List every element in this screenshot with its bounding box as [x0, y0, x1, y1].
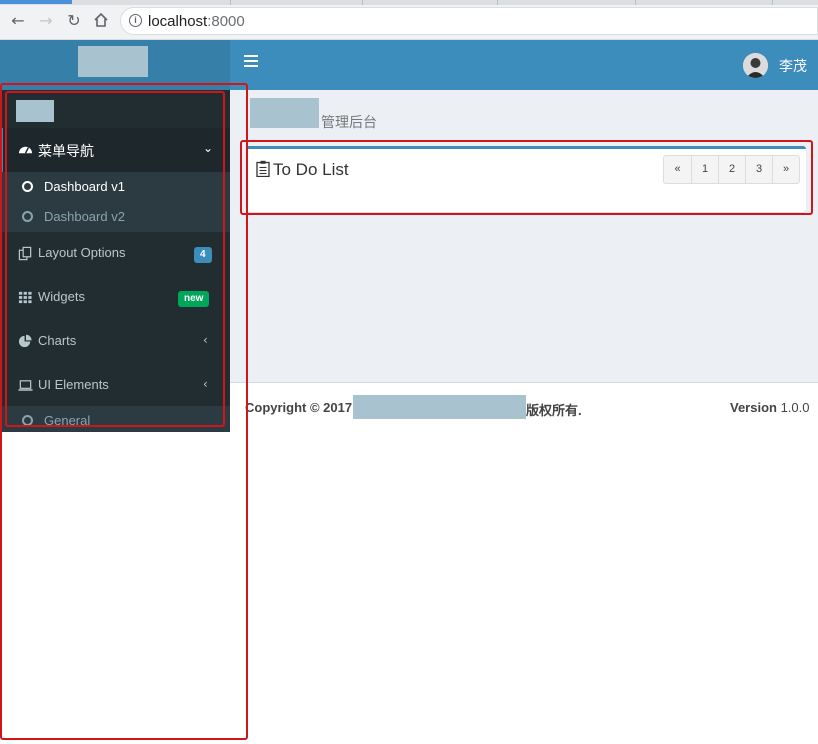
submenu: Dashboard v1 Dashboard v2 [0, 172, 230, 232]
user-name[interactable]: 李茂 [779, 56, 807, 76]
sidebar-item-label: 菜单导航 [38, 143, 94, 159]
pagination: « 1 2 3 » [663, 155, 800, 184]
rights-text: 版权所有. [526, 403, 582, 418]
circle-icon [22, 415, 33, 426]
url-text[interactable]: localhost:8000 [148, 13, 245, 30]
tab-separator [497, 0, 498, 5]
dashboard-icon [18, 146, 33, 154]
active-tab[interactable] [0, 0, 72, 4]
info-icon[interactable]: i [129, 14, 142, 27]
count-badge: 4 [194, 247, 212, 263]
page-3-button[interactable]: 3 [745, 156, 772, 183]
sidebar-subitem-dashboard-v1[interactable]: Dashboard v1 [0, 172, 230, 202]
laptop-icon [18, 380, 33, 391]
page-2-button[interactable]: 2 [718, 156, 745, 183]
tab-strip [0, 0, 818, 5]
sidebar-item-layout-options[interactable]: Layout Options 4 [0, 232, 230, 276]
submenu: General [0, 406, 230, 432]
redacted-company-name [353, 395, 526, 419]
circle-icon [22, 181, 33, 192]
browser-toolbar: ← → ↻ i localhost:8000 [0, 0, 818, 40]
content-area: 管理后台 To Do List « 1 2 3 » [230, 90, 818, 382]
user-avatar[interactable] [743, 53, 768, 78]
sidebar-subitem-general[interactable]: General [0, 406, 230, 432]
address-bar[interactable]: i localhost:8000 [120, 7, 818, 35]
page-next-button[interactable]: » [772, 156, 799, 183]
sidebar-item-ui-elements[interactable]: UI Elements ‹ [0, 364, 230, 408]
sidebar-item-menu-nav[interactable]: 菜单导航 ⌄ [0, 128, 230, 172]
chevron-left-icon: ‹ [203, 377, 208, 391]
home-icon[interactable] [92, 12, 110, 30]
top-navbar: 李茂 [230, 40, 818, 90]
copyright-text: Copyright © 2017 [245, 400, 353, 415]
page-1-button[interactable]: 1 [691, 156, 718, 183]
todo-box: To Do List « 1 2 3 » [246, 146, 806, 212]
circle-icon [22, 211, 33, 222]
tab-separator [362, 0, 363, 5]
todo-title: To Do List [273, 160, 349, 179]
chevron-left-icon: ‹ [203, 333, 208, 347]
redacted-logo[interactable] [78, 46, 148, 77]
grid-icon [18, 291, 32, 304]
redacted-page-title [250, 98, 319, 128]
sidebar-subitem-dashboard-v2[interactable]: Dashboard v2 [0, 202, 230, 232]
chevron-down-icon: ⌄ [203, 141, 214, 155]
pie-chart-icon [18, 334, 32, 348]
tab-separator [635, 0, 636, 5]
forward-arrow-icon[interactable]: → [37, 12, 55, 30]
new-badge: new [178, 291, 210, 307]
version-info: Version 1.0.0 [730, 400, 810, 415]
copy-icon [18, 246, 32, 261]
page-prev-button[interactable]: « [664, 156, 691, 183]
reload-icon[interactable]: ↻ [65, 12, 83, 30]
footer: Copyright © 2017 版权所有. Version 1.0.0 [230, 382, 818, 434]
clipboard-icon [256, 160, 270, 177]
app-logo-bar [0, 40, 230, 90]
redacted-user-panel [16, 100, 54, 122]
menu-toggle-icon[interactable] [244, 55, 258, 67]
sidebar: 菜单导航 ⌄ Dashboard v1 Dashboard v2 Layout … [0, 90, 230, 432]
sidebar-item-widgets[interactable]: Widgets new [0, 276, 230, 320]
tab-separator [230, 0, 231, 5]
sidebar-item-charts[interactable]: Charts ‹ [0, 320, 230, 364]
tab-separator [772, 0, 773, 5]
page-title: 管理后台 [321, 114, 377, 130]
back-arrow-icon[interactable]: ← [9, 12, 27, 30]
